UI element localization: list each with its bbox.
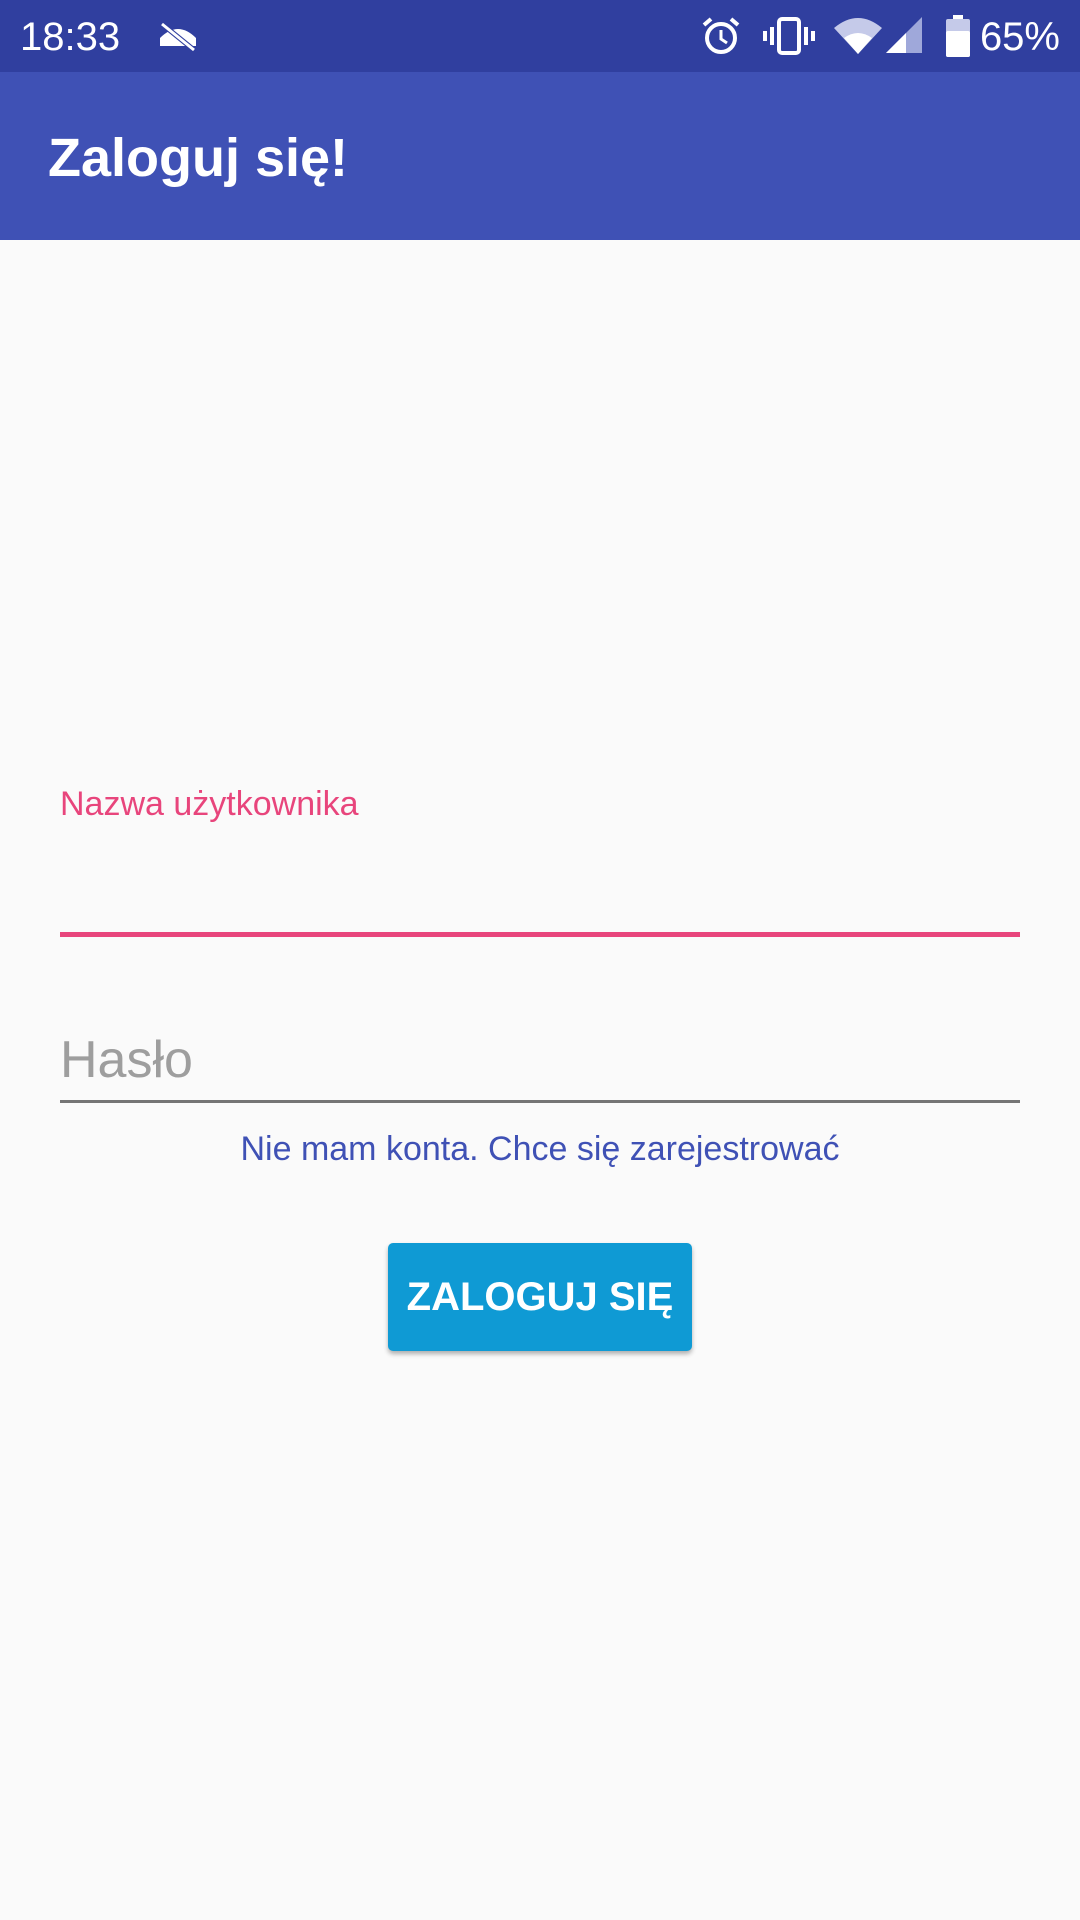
username-underline [60,932,1020,937]
login-button[interactable]: ZALOGUJ SIĘ [388,1243,692,1351]
battery-percent: 65% [979,15,1060,59]
battery-icon [946,0,970,72]
cell-signal-icon [886,0,924,72]
password-underline [60,1100,1020,1103]
wifi-icon [834,0,882,72]
page-title: Zaloguj się! [48,128,349,188]
username-label: Nazwa użytkownika [60,785,359,823]
status-time: 18:33 [20,15,121,59]
register-link[interactable]: Nie mam konta. Chce się zarejestrować [0,1130,1080,1169]
alarm-clock-icon [700,0,742,72]
screen-share-off-icon [156,0,200,72]
username-input[interactable] [60,850,1020,930]
vibrate-icon [763,0,815,72]
app-bar: Zaloguj się! [0,72,1080,240]
password-input[interactable] [60,1020,1020,1100]
status-bar: 18:33 65% [0,0,1080,72]
